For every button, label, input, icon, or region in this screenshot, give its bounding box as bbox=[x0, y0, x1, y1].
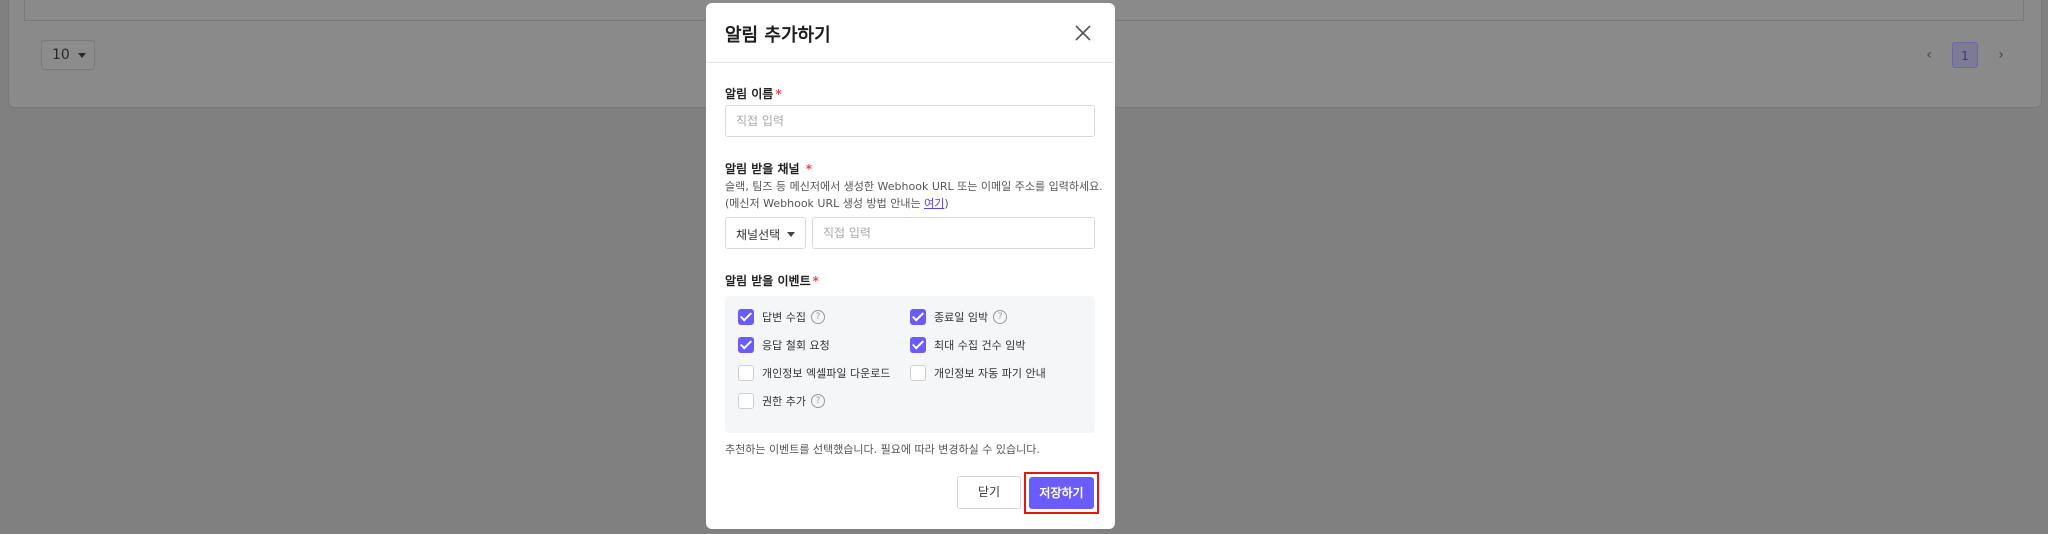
chevron-down-icon bbox=[787, 232, 795, 237]
help-link[interactable]: 여기 bbox=[924, 197, 944, 210]
page-button-current[interactable]: 1 bbox=[1952, 42, 1978, 68]
checkbox[interactable] bbox=[910, 337, 926, 353]
events-box: 답변 수집 ? 종료일 임박 ? 응답 철회 요청 최대 수집 건수 임박 개인… bbox=[725, 296, 1095, 433]
alert-name-label: 알림 이름 * bbox=[725, 87, 782, 101]
checkbox[interactable] bbox=[738, 309, 754, 325]
event-option[interactable]: 최대 수집 건수 임박 bbox=[910, 337, 1025, 353]
checkbox[interactable] bbox=[738, 393, 754, 409]
checkbox[interactable] bbox=[910, 365, 926, 381]
page-size-value: 10 bbox=[52, 47, 70, 63]
help-icon[interactable]: ? bbox=[810, 310, 825, 324]
event-option[interactable]: 응답 철회 요청 bbox=[738, 337, 830, 353]
event-option[interactable]: 개인정보 자동 파기 안내 bbox=[910, 365, 1046, 381]
help-icon[interactable]: ? bbox=[810, 394, 825, 408]
close-button[interactable]: 닫기 bbox=[957, 476, 1021, 509]
alert-name-input[interactable] bbox=[725, 105, 1095, 137]
required-mark: * bbox=[805, 162, 813, 176]
channel-help-text-1: 슬랙, 팀즈 등 메신저에서 생성한 Webhook URL 또는 이메일 주소… bbox=[725, 180, 1103, 193]
checkbox[interactable] bbox=[738, 337, 754, 353]
chevron-down-icon bbox=[78, 53, 86, 58]
event-option[interactable]: 종료일 임박 ? bbox=[910, 309, 1008, 325]
event-option[interactable]: 개인정보 엑셀파일 다운로드 bbox=[738, 365, 890, 381]
checkbox[interactable] bbox=[738, 365, 754, 381]
help-icon[interactable]: ? bbox=[993, 310, 1008, 324]
prev-page-button[interactable]: ‹ bbox=[1918, 42, 1940, 68]
channel-select-value: 채널선택 bbox=[736, 228, 781, 242]
next-page-button[interactable]: › bbox=[1990, 42, 2012, 68]
event-option[interactable]: 답변 수집 ? bbox=[738, 309, 825, 325]
save-button[interactable]: 저장하기 bbox=[1029, 477, 1094, 509]
required-mark: * bbox=[812, 274, 819, 288]
channel-select[interactable]: 채널선택 bbox=[725, 217, 806, 249]
pagination: ‹ 1 › bbox=[1918, 42, 2012, 68]
modal-header: 알림 추가하기 bbox=[706, 3, 1115, 63]
channel-input[interactable] bbox=[812, 217, 1095, 249]
checkbox[interactable] bbox=[910, 309, 926, 325]
event-option[interactable]: 권한 추가 ? bbox=[738, 393, 825, 409]
required-mark: * bbox=[775, 87, 782, 101]
events-label: 알림 받을 이벤트 * bbox=[725, 274, 819, 288]
page-size-select[interactable]: 10 bbox=[41, 40, 95, 70]
channel-label: 알림 받을 채널 * bbox=[725, 162, 813, 176]
modal-title: 알림 추가하기 bbox=[725, 25, 831, 46]
add-alert-modal: 알림 추가하기 알림 이름* 알림 받을 채널 * 슬랙, 팀즈 등 메신저에서… bbox=[706, 3, 1115, 529]
close-icon[interactable] bbox=[1073, 23, 1093, 43]
channel-help-text-2: (메신저 Webhook URL 생성 방법 안내는 여기) bbox=[725, 197, 949, 210]
events-note: 추천하는 이벤트를 선택했습니다. 필요에 따라 변경하실 수 있습니다. bbox=[725, 443, 1040, 456]
